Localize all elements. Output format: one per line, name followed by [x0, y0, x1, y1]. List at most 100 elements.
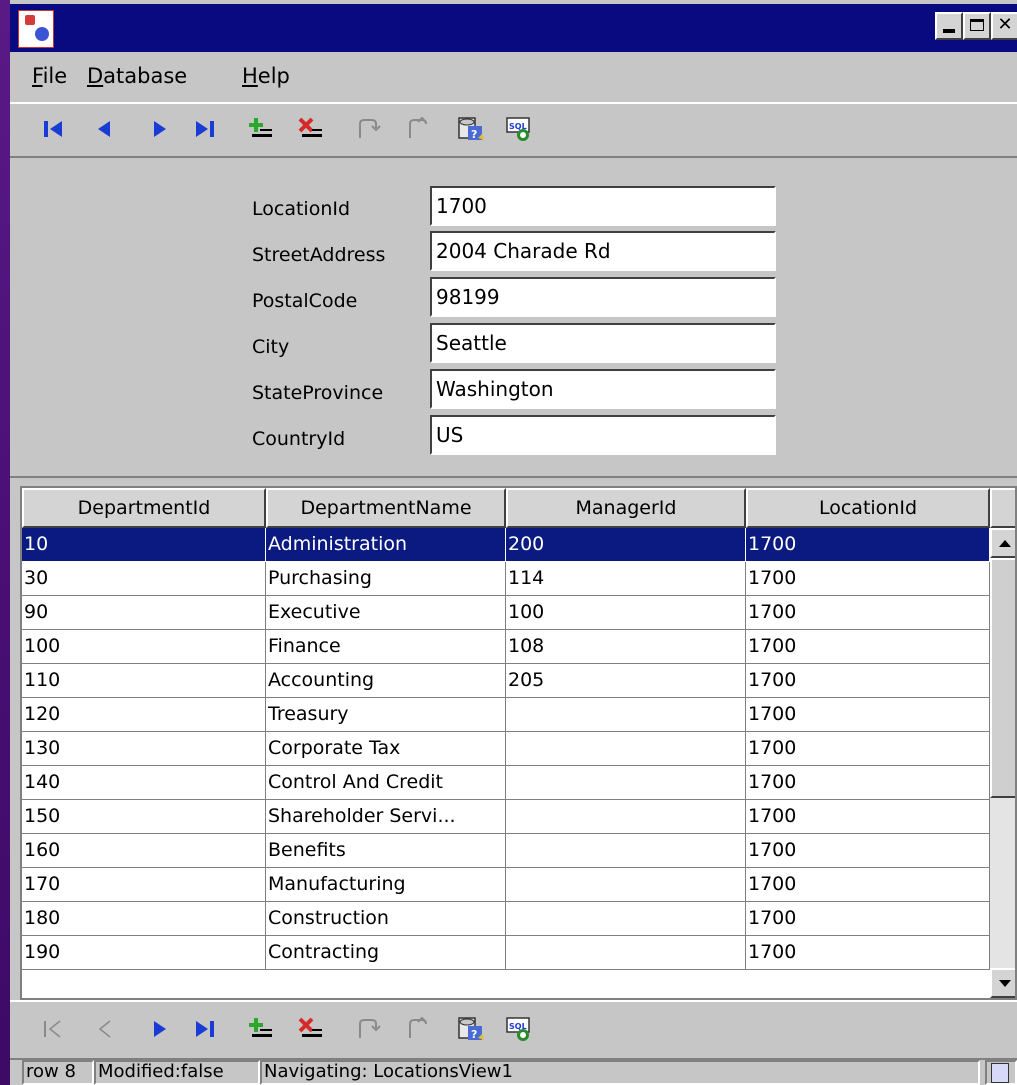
insert-record-button-bottom[interactable]: [246, 1014, 276, 1044]
cell-department-id[interactable]: 10: [22, 528, 266, 562]
cell-department-name[interactable]: Administration: [266, 528, 506, 562]
delete-record-button[interactable]: [296, 114, 326, 144]
table-row[interactable]: 170 Manufacturing 1700: [22, 868, 990, 902]
cell-manager-id[interactable]: [506, 698, 746, 732]
cell-manager-id[interactable]: [506, 766, 746, 800]
cell-location-id[interactable]: 1700: [746, 902, 990, 936]
delete-record-button-bottom[interactable]: [296, 1014, 326, 1044]
last-record-button[interactable]: [190, 114, 220, 144]
close-button[interactable]: ✕: [991, 12, 1017, 40]
next-record-button[interactable]: [144, 114, 174, 144]
cell-manager-id[interactable]: [506, 732, 746, 766]
table-row[interactable]: 30 Purchasing 114 1700: [22, 562, 990, 596]
column-header-department-id[interactable]: DepartmentId: [22, 488, 266, 528]
cell-department-id[interactable]: 140: [22, 766, 266, 800]
cell-location-id[interactable]: 1700: [746, 596, 990, 630]
cell-manager-id[interactable]: [506, 902, 746, 936]
location-id-field[interactable]: 1700: [430, 186, 776, 226]
scroll-up-arrow[interactable]: [990, 528, 1015, 558]
column-header-manager-id[interactable]: ManagerId: [506, 488, 746, 528]
table-row[interactable]: 190 Contracting 1700: [22, 936, 990, 970]
scroll-thumb[interactable]: [990, 558, 1015, 798]
menu-database[interactable]: Database: [87, 64, 187, 88]
cell-location-id[interactable]: 1700: [746, 936, 990, 970]
cell-location-id[interactable]: 1700: [746, 868, 990, 902]
cell-department-name[interactable]: Accounting: [266, 664, 506, 698]
city-field[interactable]: Seattle: [430, 323, 776, 363]
table-row[interactable]: 160 Benefits 1700: [22, 834, 990, 868]
table-row[interactable]: 10 Administration 200 1700: [22, 528, 990, 562]
next-record-button-bottom[interactable]: [144, 1014, 174, 1044]
column-header-location-id[interactable]: LocationId: [746, 488, 990, 528]
state-province-field[interactable]: Washington: [430, 369, 776, 409]
street-address-field[interactable]: 2004 Charade Rd: [430, 231, 776, 271]
previous-record-button[interactable]: [90, 114, 120, 144]
cell-manager-id[interactable]: [506, 834, 746, 868]
table-row[interactable]: 110 Accounting 205 1700: [22, 664, 990, 698]
commit-button[interactable]: [354, 114, 384, 144]
find-button[interactable]: ?: [456, 114, 486, 144]
cell-department-id[interactable]: 150: [22, 800, 266, 834]
cell-location-id[interactable]: 1700: [746, 698, 990, 732]
cell-department-name[interactable]: Corporate Tax: [266, 732, 506, 766]
cell-manager-id[interactable]: 108: [506, 630, 746, 664]
cell-department-id[interactable]: 160: [22, 834, 266, 868]
cell-department-name[interactable]: Benefits: [266, 834, 506, 868]
cell-manager-id[interactable]: [506, 800, 746, 834]
cell-manager-id[interactable]: [506, 868, 746, 902]
country-id-field[interactable]: US: [430, 415, 776, 455]
cell-manager-id[interactable]: 114: [506, 562, 746, 596]
sql-button-bottom[interactable]: SQL: [504, 1014, 534, 1044]
cell-department-id[interactable]: 190: [22, 936, 266, 970]
cell-department-name[interactable]: Contracting: [266, 936, 506, 970]
cell-department-name[interactable]: Purchasing: [266, 562, 506, 596]
previous-record-button-bottom[interactable]: [90, 1014, 120, 1044]
cell-department-id[interactable]: 180: [22, 902, 266, 936]
cell-department-name[interactable]: Control And Credit: [266, 766, 506, 800]
postal-code-field[interactable]: 98199: [430, 277, 776, 317]
first-record-button[interactable]: [38, 114, 68, 144]
insert-record-button[interactable]: [246, 114, 276, 144]
cell-manager-id[interactable]: 100: [506, 596, 746, 630]
commit-button-bottom[interactable]: [354, 1014, 384, 1044]
cell-department-name[interactable]: Executive: [266, 596, 506, 630]
cell-location-id[interactable]: 1700: [746, 800, 990, 834]
column-header-department-name[interactable]: DepartmentName: [266, 488, 506, 528]
cell-department-id[interactable]: 170: [22, 868, 266, 902]
cell-department-name[interactable]: Shareholder Servi...: [266, 800, 506, 834]
vertical-scrollbar[interactable]: [990, 528, 1015, 998]
cell-manager-id[interactable]: [506, 936, 746, 970]
table-row[interactable]: 150 Shareholder Servi... 1700: [22, 800, 990, 834]
cell-location-id[interactable]: 1700: [746, 562, 990, 596]
cell-department-id[interactable]: 90: [22, 596, 266, 630]
cell-location-id[interactable]: 1700: [746, 664, 990, 698]
find-button-bottom[interactable]: ?: [456, 1014, 486, 1044]
cell-manager-id[interactable]: 200: [506, 528, 746, 562]
cell-department-name[interactable]: Construction: [266, 902, 506, 936]
cell-department-id[interactable]: 120: [22, 698, 266, 732]
cell-department-name[interactable]: Manufacturing: [266, 868, 506, 902]
cell-department-id[interactable]: 130: [22, 732, 266, 766]
maximize-button[interactable]: [963, 12, 991, 40]
scroll-down-arrow[interactable]: [990, 968, 1015, 998]
cell-department-id[interactable]: 100: [22, 630, 266, 664]
table-row[interactable]: 120 Treasury 1700: [22, 698, 990, 732]
cell-department-name[interactable]: Finance: [266, 630, 506, 664]
table-row[interactable]: 100 Finance 108 1700: [22, 630, 990, 664]
cell-location-id[interactable]: 1700: [746, 732, 990, 766]
last-record-button-bottom[interactable]: [190, 1014, 220, 1044]
first-record-button-bottom[interactable]: [38, 1014, 68, 1044]
rollback-button-bottom[interactable]: [404, 1014, 434, 1044]
cell-location-id[interactable]: 1700: [746, 630, 990, 664]
menu-help[interactable]: Help: [242, 64, 290, 88]
table-row[interactable]: 180 Construction 1700: [22, 902, 990, 936]
cell-department-id[interactable]: 30: [22, 562, 266, 596]
title-bar[interactable]: ✕: [10, 0, 1017, 52]
cell-manager-id[interactable]: 205: [506, 664, 746, 698]
cell-location-id[interactable]: 1700: [746, 528, 990, 562]
cell-department-id[interactable]: 110: [22, 664, 266, 698]
rollback-button[interactable]: [404, 114, 434, 144]
sql-button[interactable]: SQL: [504, 114, 534, 144]
table-row[interactable]: 130 Corporate Tax 1700: [22, 732, 990, 766]
cell-location-id[interactable]: 1700: [746, 834, 990, 868]
